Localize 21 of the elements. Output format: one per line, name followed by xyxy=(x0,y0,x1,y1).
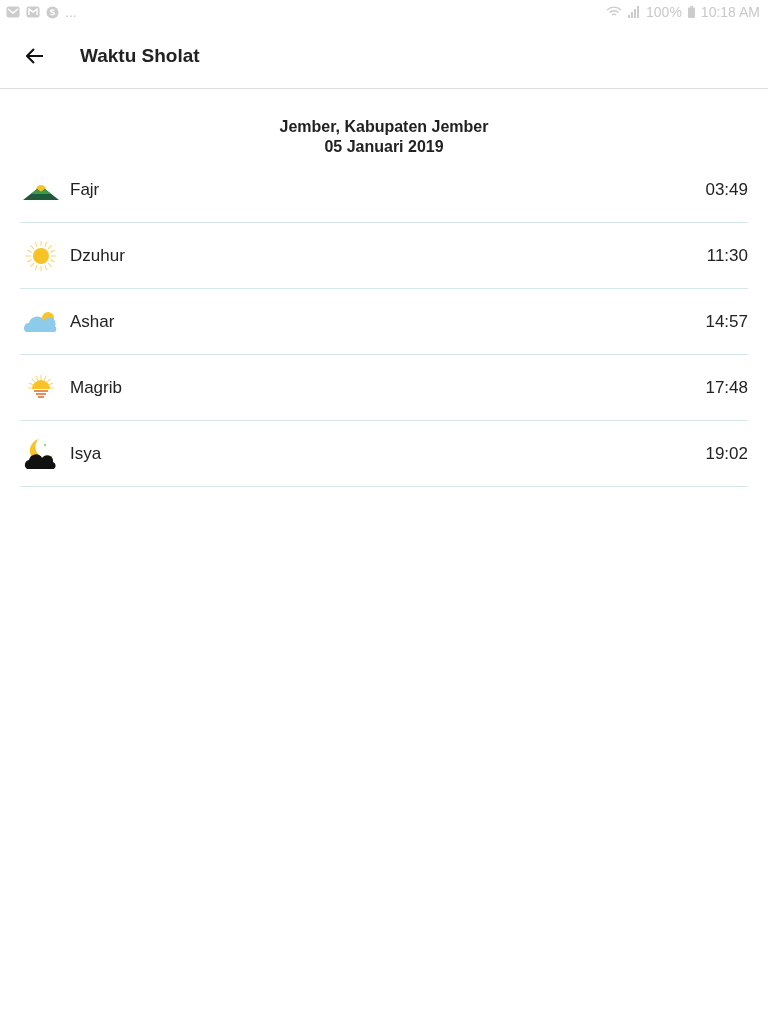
screen-title: Waktu Sholat xyxy=(80,45,200,67)
prayer-time: 19:02 xyxy=(705,443,748,464)
battery-icon xyxy=(687,6,695,18)
prayer-name: Isya xyxy=(70,443,103,464)
prayer-name: Ashar xyxy=(70,311,116,332)
prayer-time: 17:48 xyxy=(705,377,748,398)
signal-icon xyxy=(628,6,641,18)
wifi-icon xyxy=(606,6,623,18)
back-arrow-icon xyxy=(26,48,44,64)
chat-icon xyxy=(46,5,59,19)
prayer-name: Fajr xyxy=(70,179,101,200)
mail-icon xyxy=(6,6,20,18)
date-text: 05 Januari 2019 xyxy=(324,137,444,157)
prayer-time: 03:49 xyxy=(705,179,748,200)
prayer-time: 11:30 xyxy=(706,245,748,266)
prayer-name: Dzuhur xyxy=(70,245,126,266)
mail-icon xyxy=(26,6,40,18)
location-text: Jember, Kabupaten Jember xyxy=(279,117,489,137)
prayer-name: Magrib xyxy=(70,377,123,398)
prayer-time: 14:57 xyxy=(705,311,748,332)
more-indicator: ... xyxy=(65,4,77,20)
